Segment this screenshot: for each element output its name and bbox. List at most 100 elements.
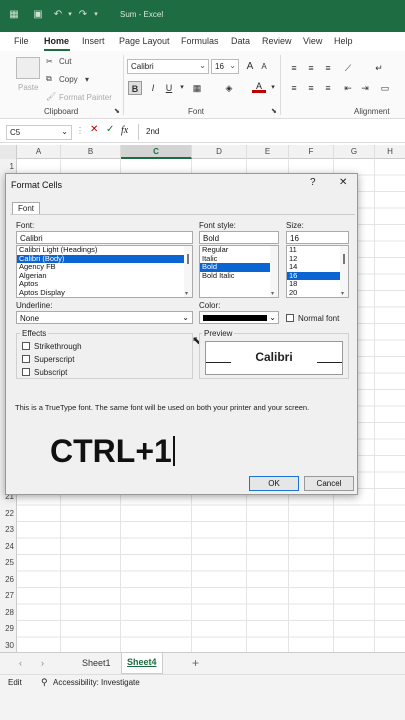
column-header[interactable]: H xyxy=(375,145,405,159)
subscript-label[interactable]: Subscript xyxy=(34,368,67,377)
row-header[interactable]: 1 xyxy=(0,162,17,171)
copy-dropdown-icon[interactable]: ▾ xyxy=(85,75,89,84)
superscript-checkbox[interactable] xyxy=(22,355,30,363)
align-left-icon[interactable]: ≡ xyxy=(287,81,301,95)
font-name-combo[interactable]: Calibri ⌄ xyxy=(127,59,209,74)
copy-button[interactable]: Copy xyxy=(59,75,78,84)
list-item[interactable]: Algerian xyxy=(17,271,184,281)
row-header[interactable]: 28 xyxy=(0,608,17,617)
font-color-button[interactable]: A xyxy=(252,79,266,93)
font-style-list[interactable]: Regular Italic Bold Bold Italic ▾ xyxy=(199,245,279,298)
tab-view[interactable]: View xyxy=(303,36,322,46)
decrease-indent-icon[interactable]: ⇤ xyxy=(341,81,355,95)
row-header[interactable]: 25 xyxy=(0,558,17,567)
normal-font-label[interactable]: Normal font xyxy=(298,314,339,323)
save-icon[interactable]: ▣ xyxy=(32,9,44,21)
tab-help[interactable]: Help xyxy=(334,36,353,46)
subscript-checkbox[interactable] xyxy=(22,368,30,376)
chevron-down-icon[interactable]: ⌄ xyxy=(269,313,276,322)
align-center-icon[interactable]: ≡ xyxy=(304,81,318,95)
column-header-selected[interactable]: C xyxy=(121,145,192,159)
column-header[interactable]: F xyxy=(289,145,334,159)
tab-file[interactable]: File xyxy=(14,36,29,46)
redo-icon[interactable]: ↷ xyxy=(77,9,89,21)
cut-button[interactable]: Cut xyxy=(59,57,71,66)
align-top-icon[interactable]: ≡ xyxy=(287,61,301,75)
align-middle-icon[interactable]: ≡ xyxy=(304,61,318,75)
tab-data[interactable]: Data xyxy=(231,36,250,46)
clipboard-launcher-icon[interactable]: ⬊ xyxy=(114,107,120,115)
row-header[interactable]: 27 xyxy=(0,591,17,600)
cancel-icon[interactable]: ✕ xyxy=(90,124,98,135)
scroll-down-icon[interactable]: ▾ xyxy=(341,290,344,297)
cancel-button[interactable]: Cancel xyxy=(304,476,354,491)
chevron-down-icon[interactable]: ⌄ xyxy=(199,61,206,70)
scroll-left-icon[interactable]: ‹ xyxy=(19,658,22,668)
list-item[interactable]: 20 xyxy=(287,288,340,297)
insert-function-button[interactable]: fx xyxy=(121,125,128,136)
paste-icon[interactable] xyxy=(16,57,40,79)
scrollbar[interactable]: ▾ xyxy=(340,246,348,297)
formula-input[interactable]: 2nd xyxy=(146,127,159,136)
underline-button[interactable]: U xyxy=(162,81,176,95)
align-right-icon[interactable]: ≡ xyxy=(321,81,335,95)
grow-font-icon[interactable]: A xyxy=(243,60,257,74)
tab-home[interactable]: Home xyxy=(44,36,69,46)
strikethrough-label[interactable]: Strikethrough xyxy=(34,342,82,351)
format-painter-icon[interactable]: 🖌 xyxy=(46,92,56,101)
tab-page-layout[interactable]: Page Layout xyxy=(119,36,170,46)
scrollbar[interactable]: ▾ xyxy=(184,246,192,297)
orientation-icon[interactable]: ⟋ xyxy=(341,61,355,75)
scroll-right-icon[interactable]: › xyxy=(41,658,44,668)
align-bottom-icon[interactable]: ≡ xyxy=(321,61,335,75)
enter-icon[interactable]: ✓ xyxy=(106,124,114,135)
row-header[interactable]: 23 xyxy=(0,525,17,534)
font-input[interactable]: Calibri xyxy=(16,231,193,244)
accessibility-status[interactable]: Accessibility: Investigate xyxy=(53,678,140,687)
strikethrough-checkbox[interactable] xyxy=(22,342,30,350)
column-header[interactable]: G xyxy=(334,145,375,159)
column-header[interactable]: D xyxy=(192,145,247,159)
scroll-down-icon[interactable]: ▾ xyxy=(185,290,188,297)
color-select[interactable]: ⌄ xyxy=(199,311,279,324)
bold-button[interactable]: B xyxy=(128,81,142,95)
undo-icon[interactable]: ↶ xyxy=(52,9,64,21)
tab-font[interactable]: Font xyxy=(12,202,40,214)
borders-icon[interactable]: ▦ xyxy=(190,81,204,95)
superscript-label[interactable]: Superscript xyxy=(34,355,74,364)
customize-toolbar-icon[interactable]: ▾ xyxy=(90,9,102,21)
row-header[interactable]: 22 xyxy=(0,509,17,518)
scroll-down-icon[interactable]: ▾ xyxy=(271,290,274,297)
format-painter-button[interactable]: Format Painter xyxy=(59,93,112,102)
row-header[interactable]: 24 xyxy=(0,542,17,551)
column-header[interactable]: B xyxy=(61,145,121,159)
select-all-button[interactable] xyxy=(0,145,17,159)
column-header[interactable]: E xyxy=(247,145,289,159)
scrollbar-thumb[interactable] xyxy=(187,254,189,264)
name-box[interactable]: C5 ⌄ xyxy=(6,125,72,140)
font-style-input[interactable]: Bold xyxy=(199,231,279,244)
shrink-font-icon[interactable]: A xyxy=(257,60,271,74)
underline-dropdown-icon[interactable]: ▾ xyxy=(175,81,189,95)
close-button[interactable]: ✕ xyxy=(339,177,347,188)
chevron-down-icon[interactable]: ⌄ xyxy=(229,61,236,70)
merge-center-icon[interactable]: ▭ xyxy=(378,81,392,95)
column-header[interactable]: A xyxy=(17,145,61,159)
help-button[interactable]: ? xyxy=(310,177,316,188)
copy-icon[interactable]: ⧉ xyxy=(46,74,52,84)
sheet-tab-active[interactable]: Sheet4 xyxy=(121,653,163,674)
size-input[interactable]: 16 xyxy=(286,231,349,244)
undo-dropdown-icon[interactable]: ▾ xyxy=(64,9,76,21)
tab-review[interactable]: Review xyxy=(262,36,292,46)
cut-icon[interactable]: ✂ xyxy=(46,57,53,66)
normal-font-checkbox[interactable] xyxy=(286,314,294,322)
add-sheet-icon[interactable]: + xyxy=(192,656,199,670)
chevron-down-icon[interactable]: ⌄ xyxy=(61,127,68,136)
wrap-text-icon[interactable]: ↵ xyxy=(372,61,386,75)
accessibility-icon[interactable]: ⚲ xyxy=(41,677,48,688)
size-list[interactable]: 11 12 14 16 18 20 ▾ xyxy=(286,245,349,298)
font-launcher-icon[interactable]: ⬊ xyxy=(271,107,277,115)
scrollbar[interactable]: ▾ xyxy=(270,246,278,297)
paste-label[interactable]: Paste xyxy=(18,83,38,92)
increase-indent-icon[interactable]: ⇥ xyxy=(358,81,372,95)
